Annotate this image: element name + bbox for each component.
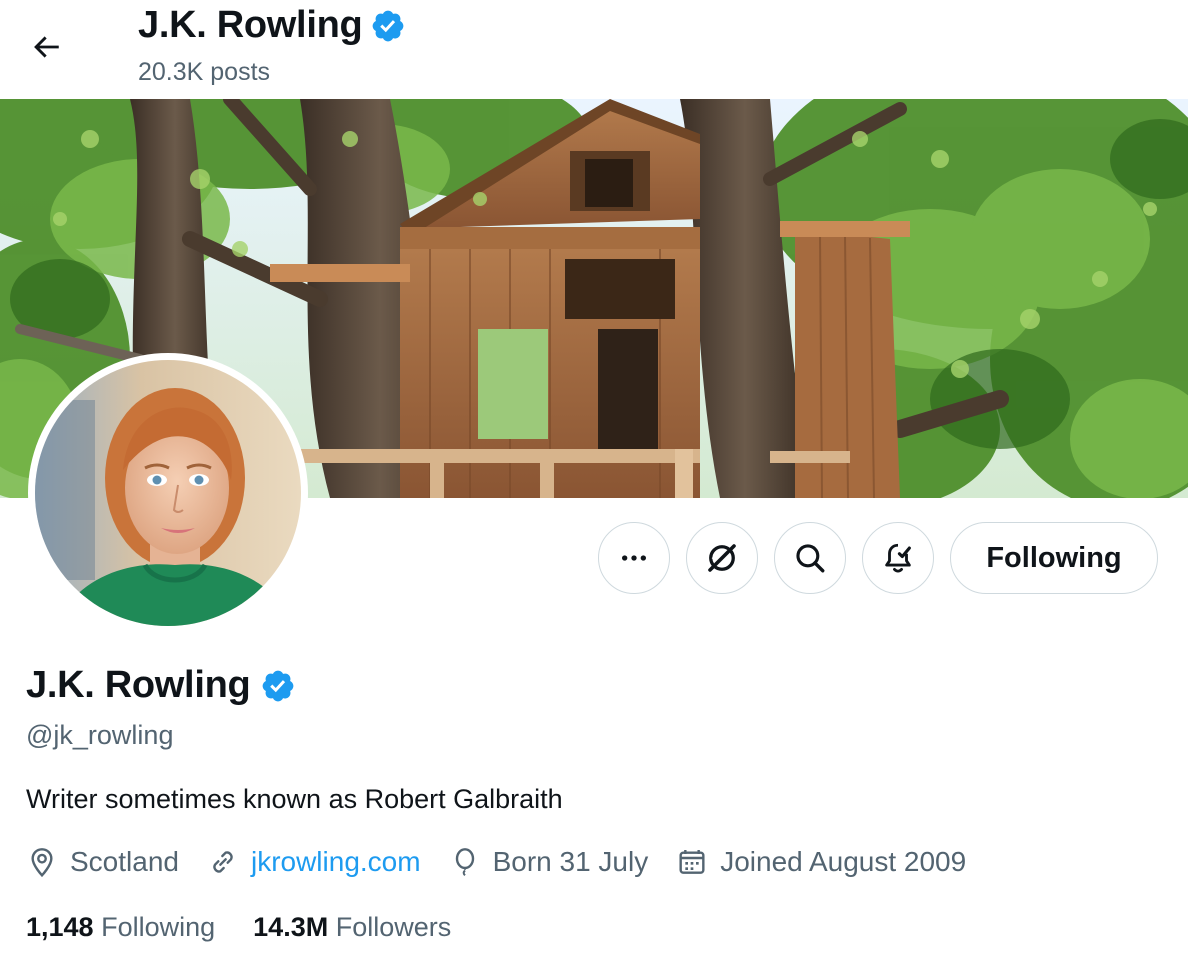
avatar[interactable] — [28, 353, 308, 633]
profile-header: J.K. Rowling 20.3K posts — [0, 0, 1188, 99]
followers-count-link[interactable]: 14.3M Followers — [253, 912, 451, 943]
website-link[interactable]: jkrowling.com — [251, 846, 421, 878]
back-button[interactable] — [18, 22, 74, 72]
profile-handle: @jk_rowling — [26, 720, 174, 750]
location-pin-icon — [31, 848, 53, 878]
join-date-text: Joined August 2009 — [720, 846, 967, 877]
profile-bio: Writer sometimes known as Robert Galbrai… — [26, 784, 563, 814]
website[interactable]: jkrowling.com — [207, 846, 421, 878]
following-count-link[interactable]: 1,148 Following — [26, 912, 215, 943]
header-title: J.K. Rowling — [138, 4, 406, 47]
post-count: 20.3K posts — [138, 58, 271, 86]
notification-bell-icon — [885, 543, 911, 573]
verified-badge-icon[interactable] — [260, 668, 296, 704]
link-icon — [213, 851, 233, 873]
following-count: 1,148 — [26, 912, 94, 942]
more-icon — [622, 555, 646, 561]
follow-stats: 1,148 Following 14.3M Followers — [26, 912, 489, 943]
notifications-button[interactable] — [862, 522, 934, 594]
following-button[interactable]: Following — [950, 522, 1158, 594]
location: Scotland — [26, 846, 179, 878]
balloon-icon — [455, 848, 474, 877]
birthday: Born 31 July — [449, 846, 649, 878]
profile-name-row: J.K. Rowling — [26, 664, 296, 707]
grok-icon — [708, 544, 736, 572]
location-text: Scotland — [70, 846, 179, 877]
followers-count: 14.3M — [253, 912, 329, 942]
search-button[interactable] — [774, 522, 846, 594]
header-name: J.K. Rowling — [138, 4, 363, 46]
join-date: Joined August 2009 — [676, 846, 966, 878]
avatar-photo — [35, 360, 301, 626]
profile-meta: Scotland jkrowling.com Born 31 July Join… — [26, 846, 994, 878]
followers-label: Followers — [335, 912, 452, 942]
profile-name: J.K. Rowling — [26, 664, 251, 706]
profile-page: J.K. Rowling 20.3K posts Following J.K. … — [0, 0, 1188, 961]
calendar-icon — [679, 850, 705, 874]
verified-badge-icon — [373, 10, 404, 41]
grok-button[interactable] — [686, 522, 758, 594]
following-label: Following — [101, 912, 216, 942]
birthday-text: Born 31 July — [492, 846, 649, 877]
arrow-left-icon — [34, 36, 59, 58]
more-button[interactable] — [598, 522, 670, 594]
search-icon — [796, 544, 825, 573]
